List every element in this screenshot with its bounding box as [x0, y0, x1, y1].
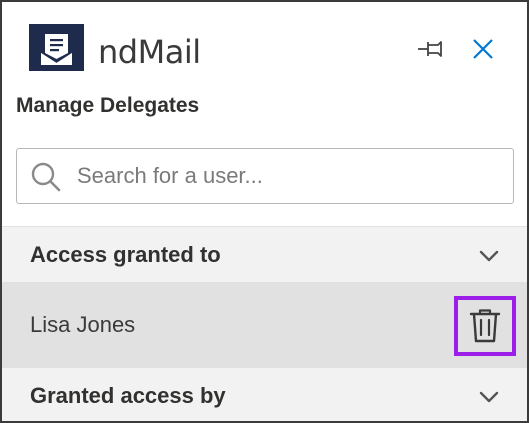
chevron-down-icon[interactable]: [476, 384, 502, 410]
chevron-down-icon[interactable]: [476, 243, 502, 269]
pane-header: ndMail: [2, 2, 527, 92]
app-title: ndMail: [98, 33, 201, 71]
delete-delegate-button[interactable]: [454, 296, 516, 356]
pin-button[interactable]: [414, 34, 448, 64]
section-label: Access granted to: [30, 242, 221, 267]
app-logo: [29, 24, 84, 71]
page-title: Manage Delegates: [16, 94, 200, 117]
close-icon: [473, 39, 493, 59]
section-granted-access-by[interactable]: Granted access by: [2, 368, 527, 421]
envelope-document-icon: [29, 24, 84, 71]
section-access-granted-to[interactable]: Access granted to: [2, 226, 527, 282]
delegate-row: Lisa Jones: [2, 282, 527, 368]
search-input[interactable]: [77, 150, 497, 202]
section-label: Granted access by: [30, 383, 226, 408]
search-box[interactable]: [16, 148, 514, 204]
close-button[interactable]: [468, 34, 498, 64]
add-in-pane: ndMail Manage Delegates Access granted t…: [0, 0, 529, 423]
trash-icon: [469, 309, 501, 343]
delegate-name: Lisa Jones: [30, 312, 136, 337]
search-icon: [31, 162, 61, 192]
pin-icon: [418, 41, 442, 57]
